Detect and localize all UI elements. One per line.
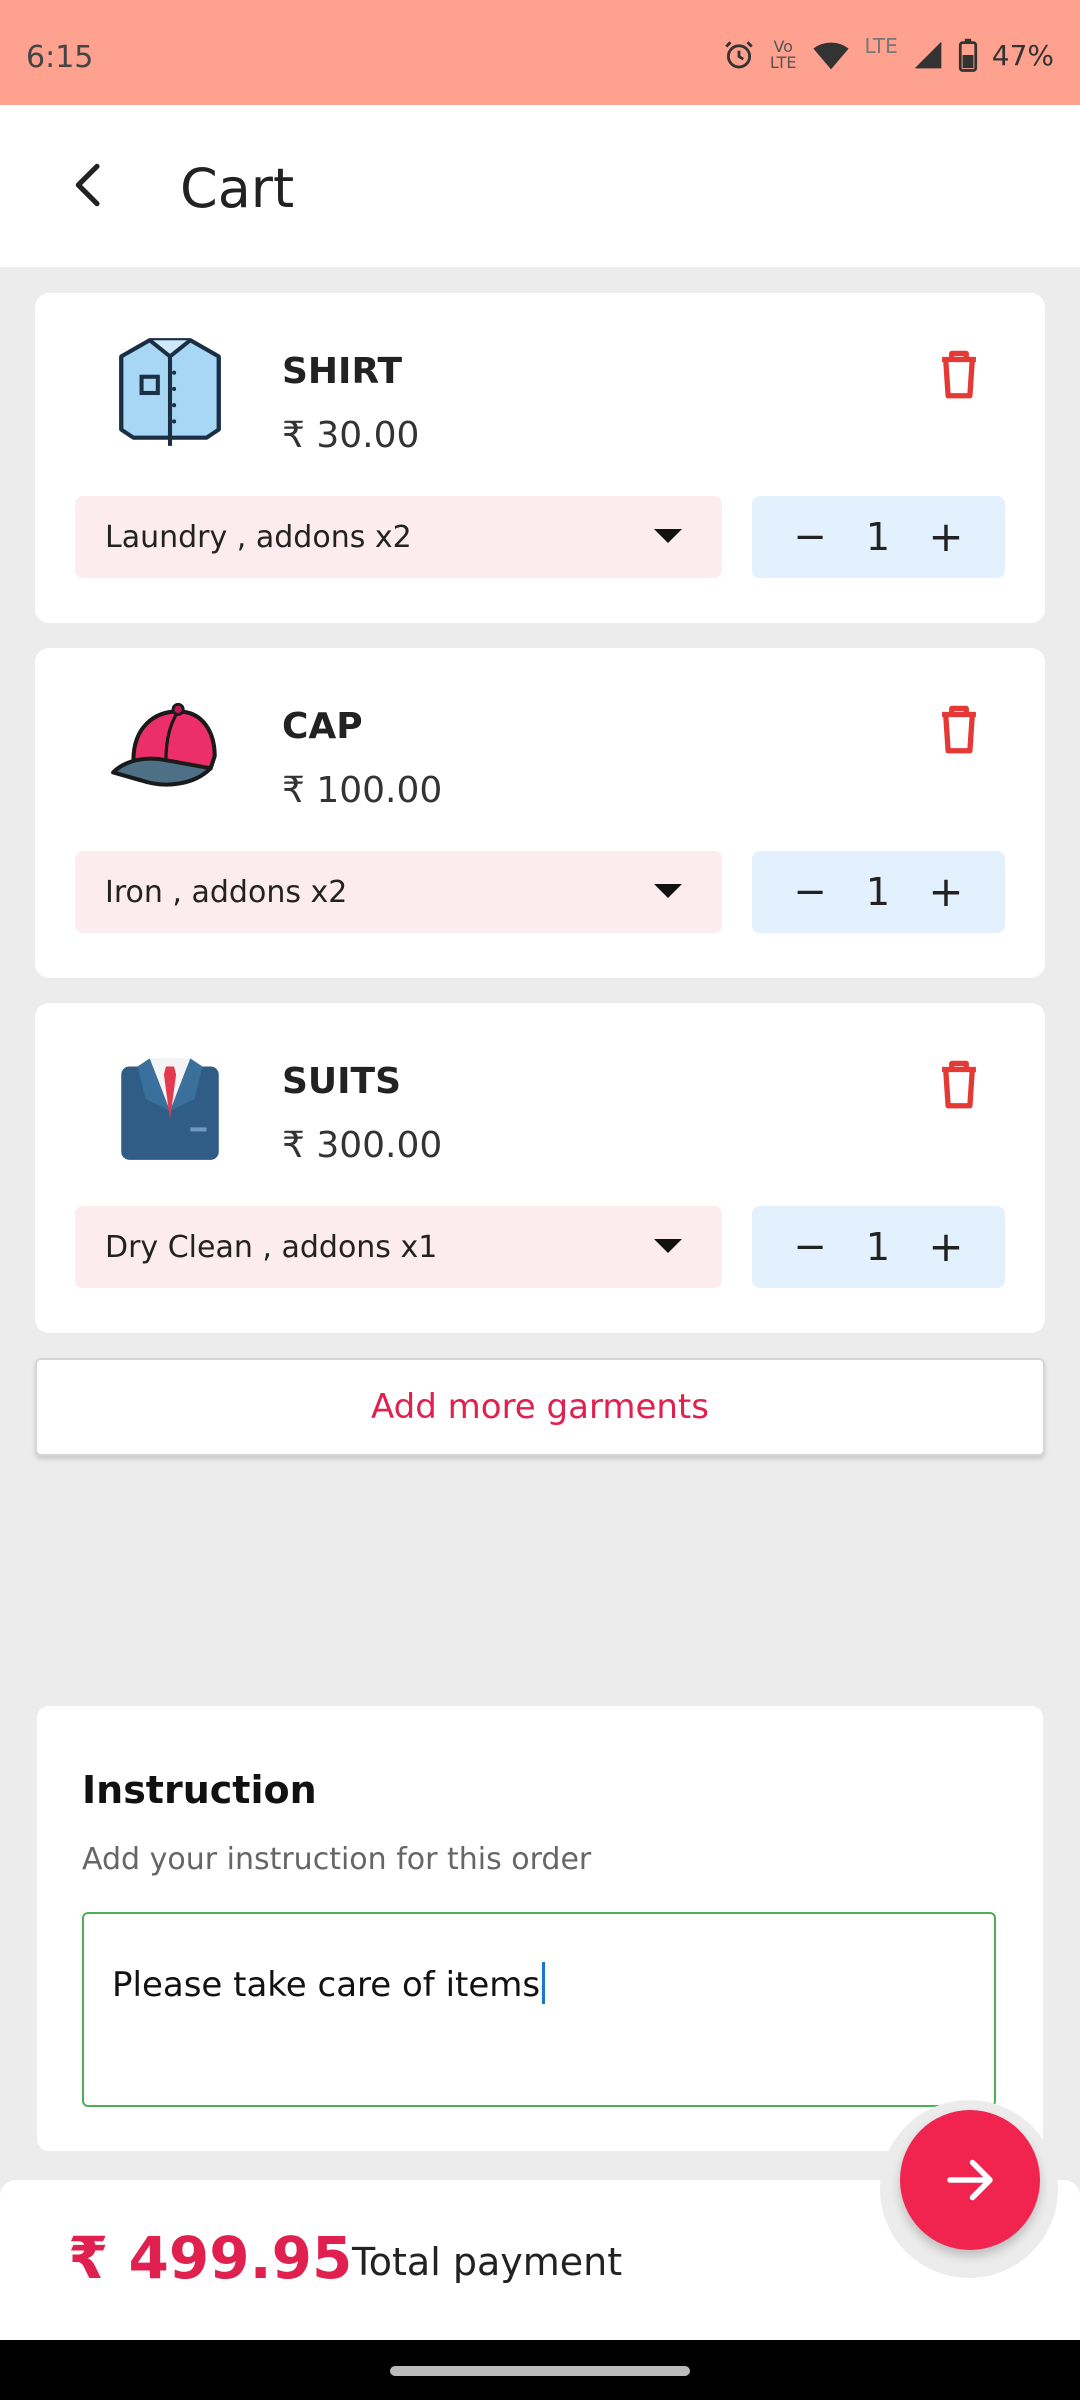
quantity-value: 1 (865, 515, 891, 559)
instruction-heading: Instruction (82, 1768, 317, 1812)
app-bar: Cart (0, 105, 1080, 267)
back-arrow-icon[interactable] (62, 157, 118, 213)
item-name: SUITS (282, 1061, 402, 1102)
service-dropdown[interactable]: Iron , addons x2 (75, 851, 722, 933)
item-price: ₹ 30.00 (282, 415, 420, 456)
proceed-button[interactable] (900, 2110, 1040, 2250)
instruction-subtitle: Add your instruction for this order (82, 1842, 592, 1877)
wifi-icon (812, 42, 849, 70)
item-price: ₹ 100.00 (282, 770, 443, 811)
decrement-button[interactable]: − (790, 512, 830, 562)
service-dropdown[interactable]: Laundry , addons x2 (75, 496, 722, 578)
battery-icon (958, 38, 977, 72)
instruction-field[interactable]: Please take care of items (82, 1912, 996, 2107)
alarm-icon (725, 41, 753, 69)
system-nav-bar (0, 2340, 1080, 2400)
item-name: SHIRT (282, 351, 403, 392)
decrement-button[interactable]: − (790, 867, 830, 917)
quantity-stepper: − 1 + (752, 851, 1005, 933)
quantity-stepper: − 1 + (752, 496, 1005, 578)
cart-item-suits: SUITS ₹ 300.00 Dry Clean , addons x1 − 1… (35, 1003, 1045, 1333)
volte-indicator: Vo LTE (769, 37, 797, 72)
service-selected: Dry Clean , addons x1 (105, 1230, 438, 1265)
quantity-stepper: − 1 + (752, 1206, 1005, 1288)
suit-icon (121, 1058, 219, 1160)
page-title: Cart (180, 157, 295, 220)
total-label: Total payment (352, 2240, 623, 2284)
quantity-value: 1 (865, 1225, 891, 1269)
chevron-down-icon (654, 884, 682, 898)
chevron-down-icon (654, 1239, 682, 1253)
decrement-button[interactable]: − (790, 1222, 830, 1272)
shirt-icon (119, 338, 221, 446)
status-bar: 6:15 Vo LTE LTE 47% (0, 0, 1080, 105)
status-time: 6:15 (26, 40, 94, 75)
service-selected: Laundry , addons x2 (105, 520, 412, 555)
delete-icon[interactable] (930, 345, 988, 403)
increment-button[interactable]: + (926, 1222, 966, 1272)
chevron-down-icon (654, 529, 682, 543)
text-cursor (542, 1962, 546, 2004)
cap-icon (111, 702, 217, 787)
increment-button[interactable]: + (926, 512, 966, 562)
add-more-garments-button[interactable]: Add more garments (35, 1358, 1045, 1456)
cart-item-shirt: SHIRT ₹ 30.00 Laundry , addons x2 − 1 + (35, 293, 1045, 623)
delete-icon[interactable] (930, 1055, 988, 1113)
home-gesture-handle[interactable] (390, 2366, 690, 2376)
service-selected: Iron , addons x2 (105, 875, 348, 910)
signal-icon (914, 41, 942, 69)
service-dropdown[interactable]: Dry Clean , addons x1 (75, 1206, 722, 1288)
item-name: CAP (282, 706, 363, 747)
instruction-card: Instruction Add your instruction for thi… (37, 1706, 1043, 2151)
delete-icon[interactable] (930, 700, 988, 758)
total-amount: ₹ 499.95 (68, 2224, 353, 2292)
cart-item-cap: CAP ₹ 100.00 Iron , addons x2 − 1 + (35, 648, 1045, 978)
battery-percent: 47% (991, 38, 1054, 72)
increment-button[interactable]: + (926, 867, 966, 917)
quantity-value: 1 (865, 870, 891, 914)
lte-indicator: LTE (864, 34, 898, 58)
arrow-right-icon (947, 2159, 993, 2201)
instruction-text: Please take care of items (112, 1962, 546, 2005)
item-price: ₹ 300.00 (282, 1125, 443, 1166)
status-icons: Vo LTE LTE 47% (722, 34, 1054, 72)
